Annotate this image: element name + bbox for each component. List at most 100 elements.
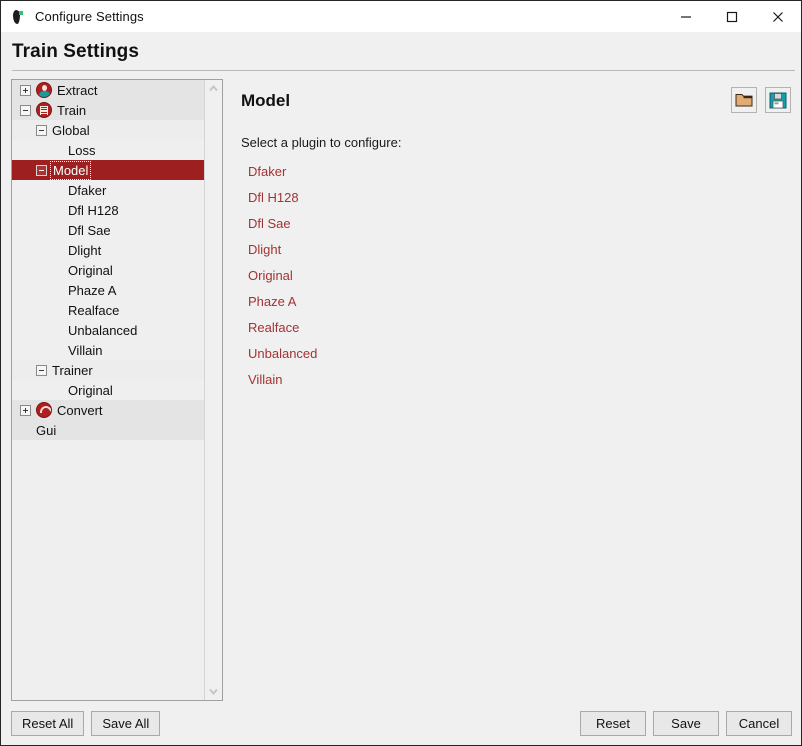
tree-item-content: Dfaker <box>68 183 106 198</box>
plugin-link-unbalanced[interactable]: Unbalanced <box>241 346 317 361</box>
page-title: Train Settings <box>1 32 801 70</box>
footer-right-group: Reset Save Cancel <box>580 711 792 736</box>
extract-icon <box>36 82 52 98</box>
tree-item-content: Original <box>68 263 113 278</box>
tree-item-phaze-a[interactable]: Phaze A <box>12 280 204 300</box>
tree-item-model[interactable]: Model <box>12 160 204 180</box>
content-toolbar <box>731 87 791 113</box>
reset-all-button[interactable]: Reset All <box>11 711 84 736</box>
tree-item-original[interactable]: Original <box>12 380 204 400</box>
tree-item-dfl-h128[interactable]: Dfl H128 <box>12 200 204 220</box>
tree-item-label: Original <box>68 263 113 278</box>
scrollbar-track[interactable] <box>205 97 222 683</box>
tree-item-realface[interactable]: Realface <box>12 300 204 320</box>
tree-item-content: Extract <box>36 82 97 98</box>
collapse-toggle-icon[interactable] <box>20 105 31 116</box>
cancel-button[interactable]: Cancel <box>726 711 792 736</box>
maximize-button[interactable] <box>709 1 755 32</box>
tree-item-dfaker[interactable]: Dfaker <box>12 180 204 200</box>
plugin-link-dlight[interactable]: Dlight <box>241 242 281 257</box>
tree-item-label: Gui <box>36 423 56 438</box>
close-icon <box>771 10 785 24</box>
tree-item-original[interactable]: Original <box>12 260 204 280</box>
chevron-up-icon <box>209 85 218 92</box>
collapse-toggle-icon[interactable] <box>36 165 47 176</box>
footer-button-bar: Reset All Save All Reset Save Cancel <box>1 701 801 745</box>
plugin-link-villain[interactable]: Villain <box>241 372 282 387</box>
tree-item-content: Global <box>52 123 90 138</box>
tree-item-content: Realface <box>68 303 119 318</box>
tree-item-label: Dfl Sae <box>68 223 111 238</box>
tree-item-gui[interactable]: Gui <box>12 420 204 440</box>
settings-tree-panel: Extract Train Global Loss Model Dfaker Dfl H12… <box>11 79 223 701</box>
chevron-down-icon <box>209 688 218 695</box>
tree-item-trainer[interactable]: Trainer <box>12 360 204 380</box>
tree-item-label: Villain <box>68 343 102 358</box>
tree-item-content: Phaze A <box>68 283 116 298</box>
minimize-button[interactable] <box>663 1 709 32</box>
train-icon <box>36 102 52 118</box>
scroll-down-button[interactable] <box>205 683 222 700</box>
plugin-link-phaze-a[interactable]: Phaze A <box>241 294 296 309</box>
reset-button[interactable]: Reset <box>580 711 646 736</box>
app-icon <box>10 9 26 25</box>
tree-item-content: Model <box>52 163 89 178</box>
plugin-link-dfaker[interactable]: Dfaker <box>241 164 286 179</box>
tree-item-dfl-sae[interactable]: Dfl Sae <box>12 220 204 240</box>
tree-item-loss[interactable]: Loss <box>12 140 204 160</box>
body-split: Extract Train Global Loss Model Dfaker Dfl H12… <box>1 71 801 701</box>
save-all-button[interactable]: Save All <box>91 711 160 736</box>
tree-item-content: Dfl H128 <box>68 203 119 218</box>
collapse-toggle-icon[interactable] <box>36 365 47 376</box>
configure-settings-window: Configure Settings Train Settings Extrac… <box>0 0 802 746</box>
content-panel: Model Select a plugin to configure: Dfak… <box>223 79 792 701</box>
tree-item-label: Global <box>52 123 90 138</box>
tree-item-label: Phaze A <box>68 283 116 298</box>
window-title: Configure Settings <box>35 9 144 24</box>
tree-item-unbalanced[interactable]: Unbalanced <box>12 320 204 340</box>
header-area: Train Settings <box>1 32 801 71</box>
tree-item-content: Trainer <box>52 363 93 378</box>
tree-item-content: Loss <box>68 143 95 158</box>
tree-item-dlight[interactable]: Dlight <box>12 240 204 260</box>
convert-icon <box>36 402 52 418</box>
tree-item-content: Unbalanced <box>68 323 137 338</box>
plugin-link-realface[interactable]: Realface <box>241 320 299 335</box>
tree-item-content: Dfl Sae <box>68 223 111 238</box>
tree-item-extract[interactable]: Extract <box>12 80 204 100</box>
tree-item-label: Model <box>53 163 88 178</box>
plugin-link-original[interactable]: Original <box>241 268 293 283</box>
tree-item-label: Trainer <box>52 363 93 378</box>
settings-tree[interactable]: Extract Train Global Loss Model Dfaker Dfl H12… <box>12 80 204 700</box>
tree-item-content: Villain <box>68 343 102 358</box>
tree-item-train[interactable]: Train <box>12 100 204 120</box>
footer-left-group: Reset All Save All <box>11 711 160 736</box>
tree-item-content: Original <box>68 383 113 398</box>
plugin-link-dfl-sae[interactable]: Dfl Sae <box>241 216 291 231</box>
title-bar: Configure Settings <box>1 1 801 32</box>
tree-item-global[interactable]: Global <box>12 120 204 140</box>
tree-item-villain[interactable]: Villain <box>12 340 204 360</box>
plugin-link-list: Dfaker Dfl H128 Dfl Sae Dlight Original Phaze… <box>241 150 792 387</box>
tree-item-label: Realface <box>68 303 119 318</box>
save-button[interactable]: Save <box>653 711 719 736</box>
tree-scrollbar[interactable] <box>204 80 222 700</box>
tree-item-label: Train <box>57 103 86 118</box>
expand-toggle-icon[interactable] <box>20 85 31 96</box>
expand-toggle-icon[interactable] <box>20 405 31 416</box>
save-config-button[interactable] <box>765 87 791 113</box>
floppy-save-icon <box>769 92 787 109</box>
content-title: Model <box>241 79 792 111</box>
tree-item-label: Dlight <box>68 243 101 258</box>
tree-item-content: Gui <box>36 423 56 438</box>
close-button[interactable] <box>755 1 801 32</box>
tree-item-label: Dfl H128 <box>68 203 119 218</box>
collapse-toggle-icon[interactable] <box>36 125 47 136</box>
scroll-up-button[interactable] <box>205 80 222 97</box>
open-config-button[interactable] <box>731 87 757 113</box>
plugin-link-dfl-h128[interactable]: Dfl H128 <box>241 190 299 205</box>
tree-item-convert[interactable]: Convert <box>12 400 204 420</box>
tree-item-content: Convert <box>36 402 103 418</box>
tree-item-label: Extract <box>57 83 97 98</box>
minimize-icon <box>679 10 693 24</box>
